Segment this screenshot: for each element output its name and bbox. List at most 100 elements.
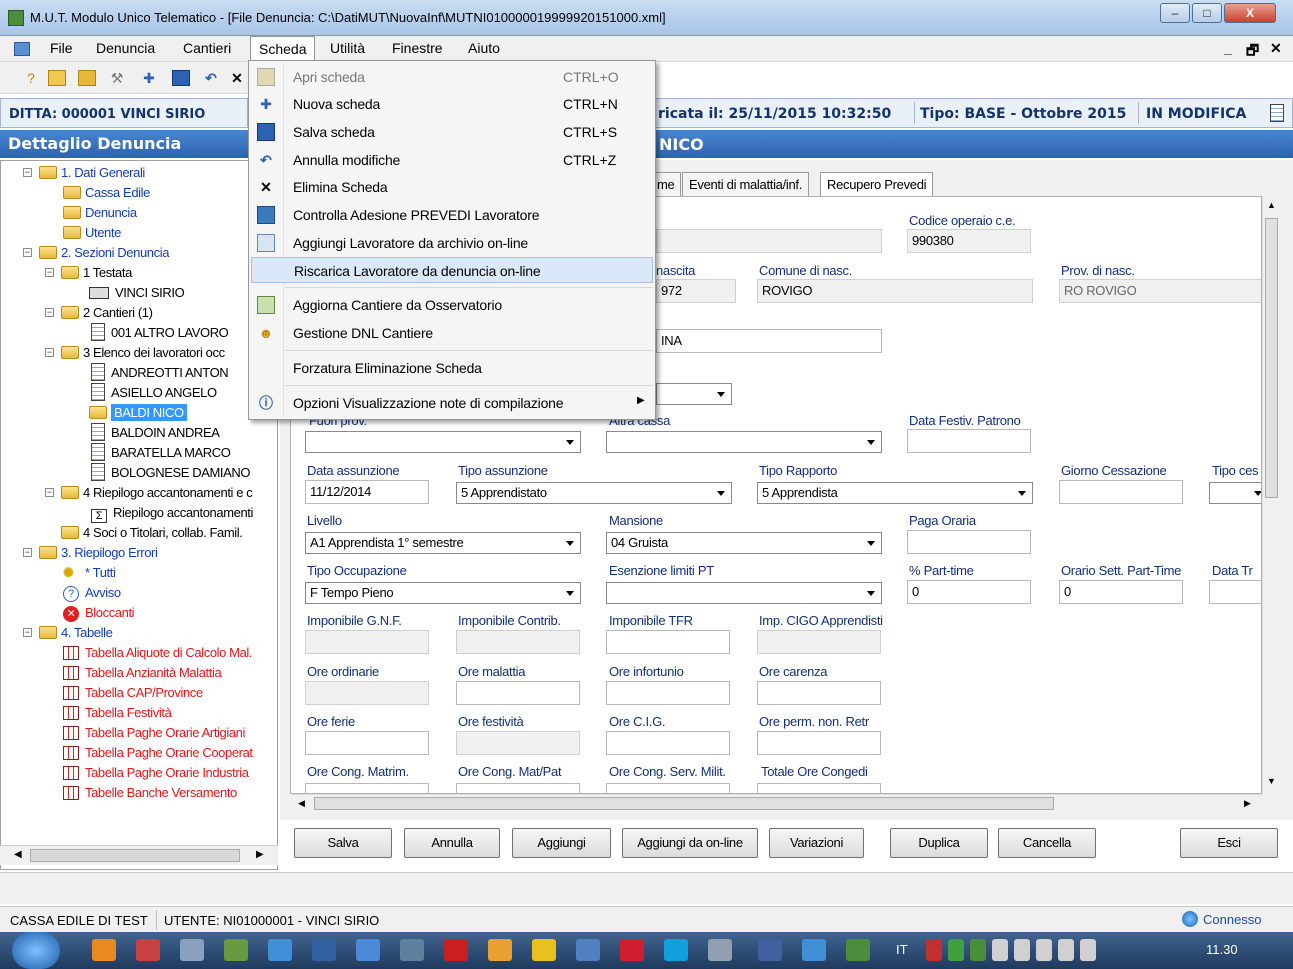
mdi-restore-button[interactable]: 🗗 [1246,40,1259,64]
esci-button[interactable]: Esci [1180,828,1278,858]
menu-aiuto[interactable]: Aiuto [468,40,500,56]
new-record-icon[interactable]: ✚ [140,70,158,86]
cognome-field[interactable] [656,229,882,253]
taskbar-app-icon[interactable] [758,939,782,961]
tree-item-table[interactable]: Tabella Anzianità Malattia [63,663,222,683]
scroll-right-icon[interactable]: ▶ [256,849,264,860]
taskbar-app-icon[interactable] [620,939,644,961]
ore-malattia-field[interactable] [456,681,580,705]
tree-item-table[interactable]: Tabella Paghe Orarie Cooperat [63,743,253,763]
collapse-icon[interactable]: − [45,268,54,277]
tree-item-bloccanti[interactable]: ✕ Bloccanti [63,603,135,623]
open-folder-icon[interactable] [48,70,66,86]
taskbar-app-icon[interactable] [356,939,380,961]
tree-item-worker[interactable]: ANDREOTTI ANTON [91,363,229,383]
variazioni-button[interactable]: Variazioni [769,828,864,858]
tree-item-sezioni[interactable]: 2. Sezioni Denuncia [39,243,169,263]
tree-item-worker-selected[interactable]: BALDI NICO [89,403,187,423]
save-icon[interactable] [172,70,190,86]
taskbar-app-icon[interactable] [312,939,336,961]
maximize-button[interactable]: □ [1192,3,1222,23]
tray-icon[interactable] [1058,939,1074,961]
mdi-close-button[interactable]: ✕ [1270,40,1282,57]
menu-item-gestione-dnl[interactable]: ☻ Gestione DNL Cantiere [251,320,653,346]
esenzione-select[interactable] [606,582,882,604]
skype-icon[interactable] [664,939,688,961]
part-time-field[interactable]: 0 [907,580,1031,604]
ore-cong-matrim-field[interactable] [305,783,429,793]
tree-item-table[interactable]: Tabelle Banche Versamento [63,783,237,803]
scroll-left-icon[interactable]: ◀ [14,849,22,860]
delete-icon[interactable]: ✕ [228,70,246,86]
language-indicator[interactable]: IT [896,942,908,957]
tree-item-dati-generali[interactable]: 1. Dati Generali [39,163,145,183]
tree-horizontal-scrollbar[interactable]: ◀ ▶ [0,845,278,865]
collapse-icon[interactable]: − [45,308,54,317]
tree-item-soci[interactable]: 4 Soci o Titolari, collab. Famil. [61,523,243,543]
tipo-cessazione-select[interactable] [1209,482,1261,504]
collapse-icon[interactable]: − [23,548,32,557]
tree-item-utente[interactable]: Utente [63,223,121,243]
cancella-button[interactable]: Cancella [998,828,1096,858]
close-button[interactable]: X [1224,3,1276,23]
tree-item-tutti[interactable]: ✺ * Tutti [63,563,116,583]
ore-infortunio-field[interactable] [606,681,730,705]
totale-congedi-field[interactable] [757,783,881,793]
tree-item-vinci[interactable]: VINCI SIRIO [89,283,185,303]
browser-icon[interactable] [268,939,292,961]
ore-cong-serv-field[interactable] [606,783,730,793]
tray-icon[interactable] [970,939,986,961]
tree-item-worker[interactable]: ASIELLO ANGELO [91,383,217,403]
tree-item-cantieri[interactable]: 2 Cantieri (1) [61,303,153,323]
menu-cantieri[interactable]: Cantieri [183,40,231,56]
start-button[interactable] [12,932,60,969]
tree-item-cassa-edile[interactable]: Cassa Edile [63,183,150,203]
tree-item-denuncia[interactable]: Denuncia [63,203,137,223]
tools-icon[interactable]: ⚒ [108,70,126,86]
scroll-left-icon[interactable]: ◀ [298,798,305,809]
menu-item-nuova-scheda[interactable]: ✚ Nuova scheda CTRL+N [251,91,653,117]
form-horizontal-scrollbar[interactable]: ◀ ▶ [292,794,1262,812]
volume-icon[interactable] [1080,939,1096,961]
scroll-down-icon[interactable]: ▼ [1267,776,1276,786]
ore-cig-field[interactable] [606,731,730,755]
data-tr-field[interactable] [1209,580,1261,604]
prov-nascita-field[interactable]: RO ROVIGO [1059,279,1261,303]
ore-carenza-field[interactable] [757,681,881,705]
data-assunzione-field[interactable]: 11/12/2014 [305,480,429,504]
tree-item-riepilogo-acc[interactable]: 4 Riepilogo accantonamenti e c [61,483,253,503]
imponibile-contrib-field[interactable] [456,630,580,654]
menu-finestre[interactable]: Finestre [392,40,443,56]
tree-item-riepilogo-errori[interactable]: 3. Riepilogo Errori [39,543,158,563]
taskbar-app-icon[interactable] [92,939,116,961]
menu-item-controlla-prevedi[interactable]: Controlla Adesione PREVEDI Lavoratore [251,202,653,228]
combo-field[interactable] [656,383,732,405]
taskbar-app-icon[interactable] [532,939,556,961]
imponibile-gnf-field[interactable] [305,630,429,654]
minimize-button[interactable]: – [1160,3,1190,23]
scroll-right-icon[interactable]: ▶ [1244,798,1251,809]
menu-item-aggiungi-lavoratore[interactable]: Aggiungi Lavoratore da archivio on-line [251,230,653,256]
taskbar-app-icon[interactable] [400,939,424,961]
mut-app-icon[interactable] [846,939,870,961]
tree-item-worker[interactable]: BOLOGNESE DAMIANO [91,463,251,483]
clock[interactable]: 11.30 [1206,942,1238,957]
collapse-icon[interactable]: − [23,628,32,637]
menu-item-annulla-modifiche[interactable]: ↶ Annulla modifiche CTRL+Z [251,147,653,173]
collapse-icon[interactable]: − [45,348,54,357]
menu-item-apri-scheda[interactable]: Apri scheda CTRL+O [251,64,653,90]
collapse-icon[interactable]: − [23,248,32,257]
codice-operaio-field[interactable]: 990380 [907,229,1031,253]
menu-scheda[interactable]: Scheda [250,36,316,62]
collapse-icon[interactable]: − [23,168,32,177]
indirizzo-field[interactable]: INA [656,329,882,353]
network-icon[interactable] [1036,939,1052,961]
menu-item-forzatura-eliminazione[interactable]: Forzatura Eliminazione Scheda [251,355,653,381]
fuori-prov-select[interactable] [305,431,581,453]
collapse-icon[interactable]: − [45,488,54,497]
help-icon[interactable]: ? [22,70,40,86]
tray-icon[interactable] [926,939,942,961]
paga-oraria-field[interactable] [907,530,1031,554]
tipo-occupazione-select[interactable]: F Tempo Pieno [305,582,581,604]
ore-ordinarie-field[interactable] [305,681,429,705]
